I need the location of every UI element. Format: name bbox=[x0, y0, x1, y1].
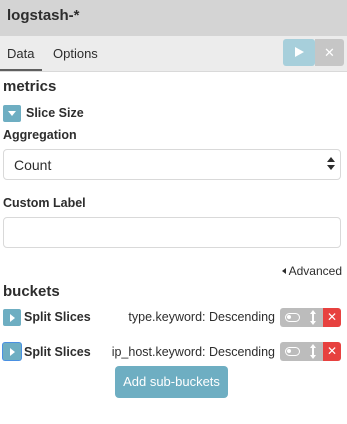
apply-changes-button[interactable] bbox=[283, 39, 315, 66]
remove-bucket-button-2[interactable]: ✕ bbox=[323, 342, 341, 361]
remove-bucket-button-1[interactable]: ✕ bbox=[323, 308, 341, 327]
bucket-description-2: ip_host.keyword: Descending bbox=[111, 345, 275, 359]
aggregation-label: Aggregation bbox=[3, 128, 77, 142]
chevron-down-icon bbox=[8, 111, 16, 116]
reorder-icon[interactable] bbox=[310, 310, 316, 325]
slice-size-toggle[interactable] bbox=[3, 105, 21, 122]
toggle-enabled-icon[interactable] bbox=[285, 347, 300, 356]
chevron-right-icon bbox=[10, 314, 15, 322]
custom-label-label: Custom Label bbox=[3, 196, 86, 210]
select-arrows-icon bbox=[327, 157, 335, 171]
discard-changes-button[interactable]: ✕ bbox=[315, 39, 344, 66]
chevron-right-icon bbox=[10, 348, 15, 356]
bucket-controls-1: ✕ bbox=[280, 308, 341, 327]
tab-options[interactable]: Options bbox=[53, 46, 98, 61]
caret-left-icon bbox=[281, 268, 286, 274]
index-pattern-title: logstash-* bbox=[7, 7, 80, 24]
panel-header: logstash-* bbox=[0, 0, 347, 36]
aggregation-value: Count bbox=[14, 157, 52, 173]
play-icon bbox=[295, 47, 304, 57]
metrics-section-title: metrics bbox=[3, 78, 57, 95]
toggle-enabled-icon[interactable] bbox=[285, 313, 300, 322]
advanced-toggle-link[interactable]: Advanced bbox=[281, 264, 342, 278]
reorder-icon[interactable] bbox=[310, 344, 316, 359]
bucket-label-1: Split Slices bbox=[24, 310, 91, 324]
slice-size-label: Slice Size bbox=[26, 106, 84, 120]
bucket-toggle-2[interactable] bbox=[3, 343, 21, 360]
bucket-controls-2: ✕ bbox=[280, 342, 341, 361]
bucket-toggle-1[interactable] bbox=[3, 309, 21, 326]
bucket-description-1: type.keyword: Descending bbox=[128, 310, 275, 324]
buckets-section-title: buckets bbox=[3, 283, 60, 300]
bucket-label-2: Split Slices bbox=[24, 345, 91, 359]
custom-label-input[interactable] bbox=[3, 217, 341, 248]
add-sub-buckets-button[interactable]: Add sub-buckets bbox=[115, 366, 228, 398]
aggregation-select[interactable]: Count bbox=[3, 149, 341, 180]
active-tab-indicator bbox=[0, 69, 42, 71]
advanced-label: Advanced bbox=[288, 264, 342, 278]
tab-data[interactable]: Data bbox=[7, 46, 34, 61]
